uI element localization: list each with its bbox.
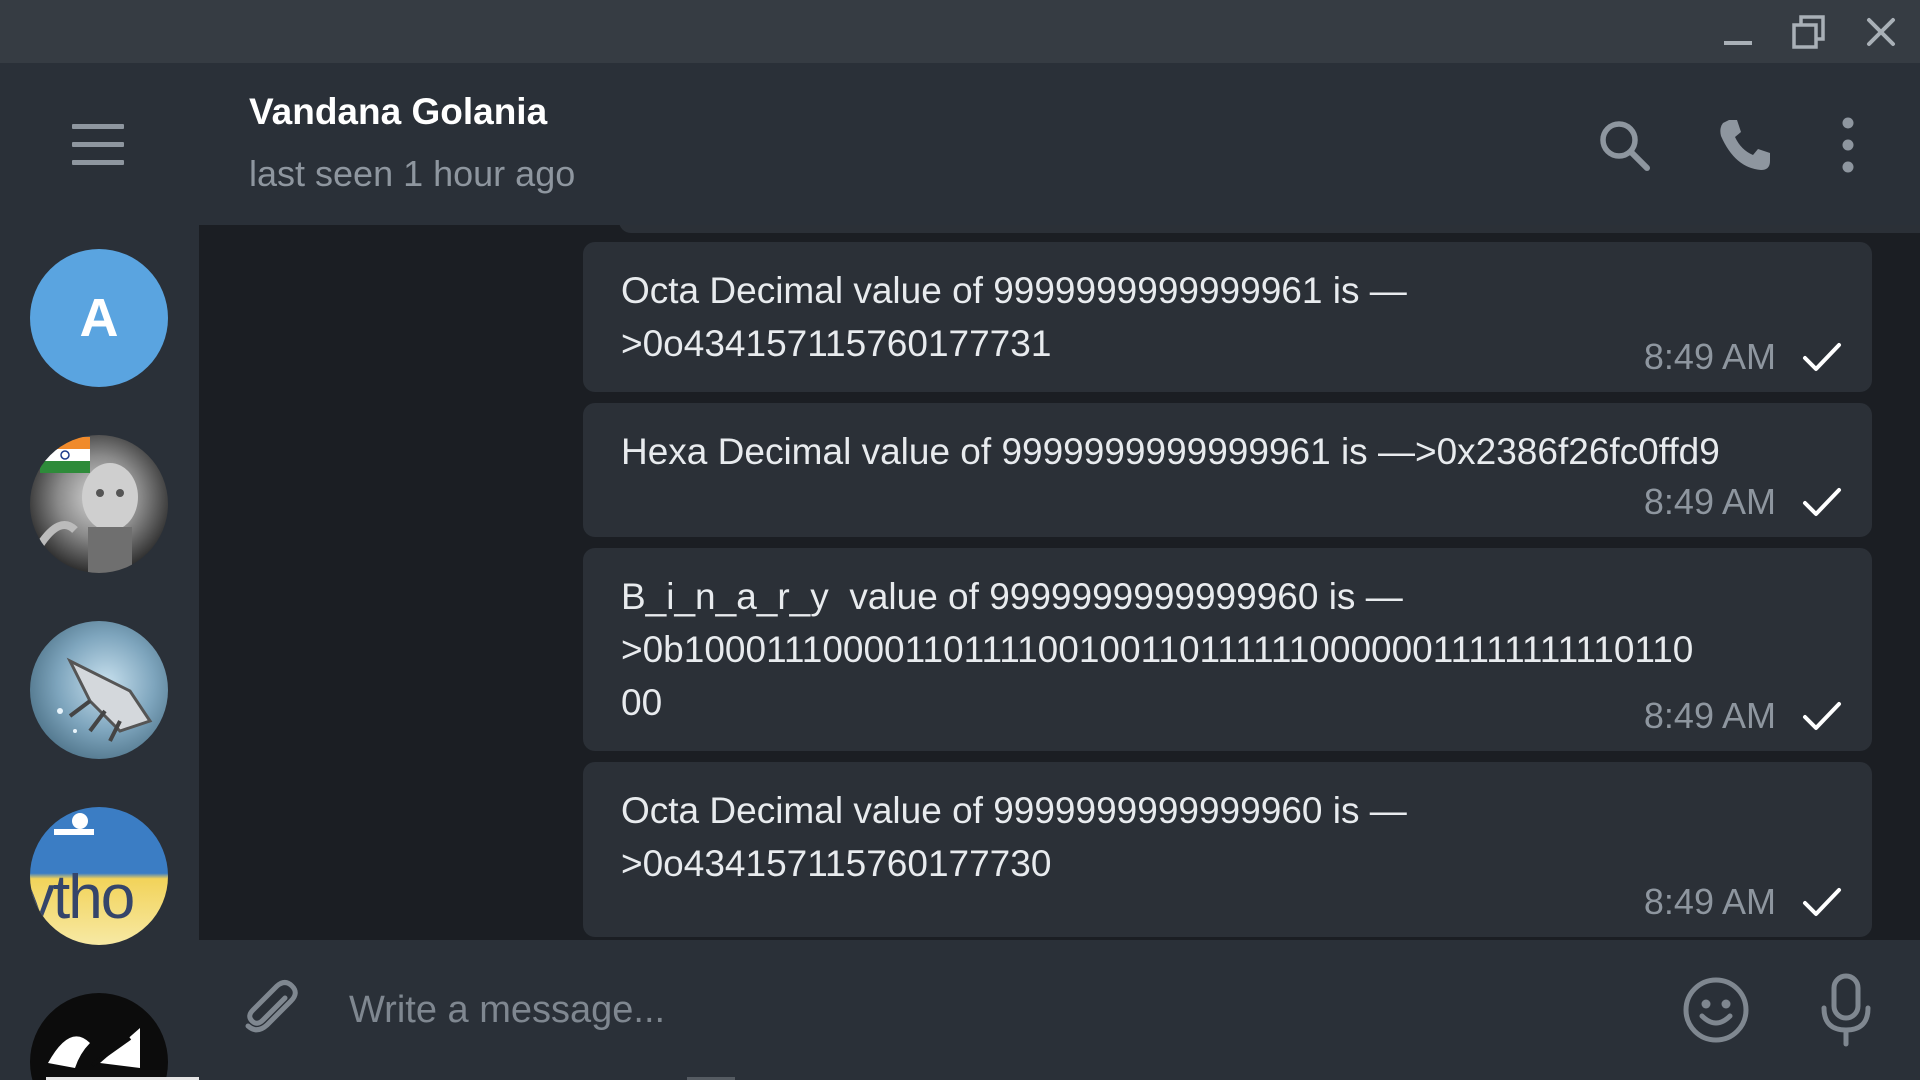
call-button[interactable] <box>1715 116 1773 174</box>
message-bubble[interactable]: Octa Decimal value of 9999999999999961 i… <box>583 242 1872 392</box>
message-meta: 8:49 AM <box>1644 691 1842 741</box>
checkmark-icon <box>1803 343 1841 371</box>
avatar-initial: A <box>79 288 119 348</box>
minimize-icon <box>1724 40 1752 45</box>
message-bubble[interactable]: B_i_n_a_r_y value of 9999999999999960 is… <box>583 548 1872 751</box>
chat-header: Vandana Golania last seen 1 hour ago <box>199 63 1920 225</box>
message-bubble-partial <box>619 225 1920 233</box>
hamburger-menu-icon[interactable] <box>67 124 129 168</box>
message-time: 8:49 AM <box>1643 481 1776 522</box>
message-meta: 8:49 AM <box>1644 477 1842 527</box>
paperclip-icon <box>245 980 298 1033</box>
chat-avatar-dark-logo[interactable] <box>30 993 168 1080</box>
chat-avatar-python[interactable]: ytho <box>30 807 168 945</box>
close-button[interactable] <box>1851 0 1911 63</box>
message-time: 8:49 AM <box>1643 881 1776 922</box>
checkmark-icon <box>1803 488 1841 516</box>
search-icon <box>1600 121 1650 171</box>
message-bubble[interactable]: Hexa Decimal value of 9999999999999961 i… <box>583 403 1872 537</box>
message-history[interactable]: Octa Decimal value of 9999999999999961 i… <box>199 225 1920 940</box>
window-titlebar <box>0 0 1920 63</box>
message-composer <box>199 940 1920 1080</box>
attach-button[interactable] <box>239 976 303 1040</box>
avatar-dark-logo-image <box>48 1028 140 1068</box>
message-time: 8:49 AM <box>1643 695 1776 736</box>
maximize-button[interactable] <box>1779 0 1839 63</box>
checkmark-icon <box>1803 702 1841 730</box>
message-time: 8:49 AM <box>1643 336 1776 377</box>
contact-name[interactable]: Vandana Golania <box>249 91 547 133</box>
voice-message-button[interactable] <box>1816 972 1876 1048</box>
phone-icon <box>1720 120 1770 170</box>
checkmark-icon <box>1803 888 1841 916</box>
chat-avatar-a[interactable]: A <box>30 249 168 387</box>
message-meta: 8:49 AM <box>1644 877 1842 927</box>
contact-status: last seen 1 hour ago <box>249 153 576 194</box>
chat-list-sidebar: A ytho <box>0 63 392 1080</box>
chat-avatar-robot-flag[interactable] <box>30 435 168 573</box>
emoji-button[interactable] <box>1682 976 1750 1044</box>
message-input[interactable] <box>349 982 1449 1038</box>
emoji-icon <box>1683 977 1749 1043</box>
chat-avatar-robot-hand[interactable] <box>30 621 168 759</box>
more-vertical-icon <box>1842 117 1854 173</box>
avatar-robot-hand-image <box>57 657 153 742</box>
message-meta: 8:49 AM <box>1644 332 1842 382</box>
microphone-icon <box>1821 973 1871 1047</box>
avatar-python-label: ytho <box>30 863 135 932</box>
message-bubble[interactable]: Octa Decimal value of 9999999999999960 i… <box>583 762 1872 937</box>
more-options-button[interactable] <box>1819 116 1877 174</box>
maximize-icon <box>1792 14 1825 49</box>
message-text: Octa Decimal value of 9999999999999960 i… <box>621 790 1407 884</box>
close-icon <box>1867 17 1895 46</box>
message-text: Hexa Decimal value of 9999999999999961 i… <box>621 431 1720 472</box>
search-button[interactable] <box>1595 116 1653 174</box>
avatar-robot-flag-image <box>36 437 138 573</box>
minimize-button[interactable] <box>1708 0 1768 63</box>
